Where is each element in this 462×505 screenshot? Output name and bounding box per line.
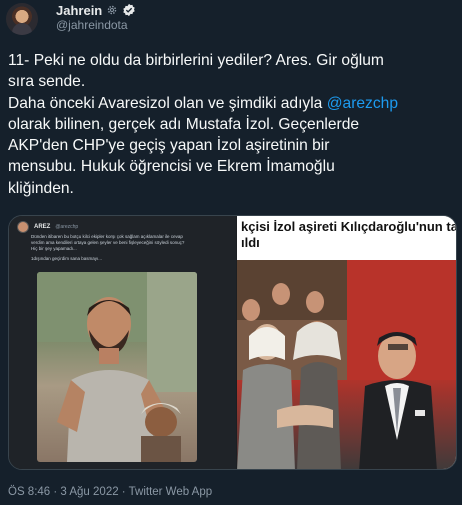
embedded-handle: @arezchp [55, 224, 79, 230]
avatar[interactable] [6, 3, 38, 35]
tweet-line: Daha önceki Avaresizol olan ve şimdiki a… [8, 94, 327, 112]
media-card[interactable]: AREZ @arezchp Dünden itibaren bu botçu k… [8, 215, 457, 470]
embedded-avatar [17, 221, 29, 233]
verified-badge-icon [123, 3, 135, 17]
tweet-metadata[interactable]: ÖS 8:46 · 3 Ağu 2022 · Twitter Web App [8, 486, 212, 498]
media-image-news[interactable]: kçisi İzol aşireti Kılıçdaroğlu'nun ta ı… [237, 216, 457, 469]
embedded-tweet-text-2: 1dışından geçirdim sana basmayı... [31, 256, 103, 261]
media-image-screenshot[interactable]: AREZ @arezchp Dünden itibaren bu botçu k… [9, 216, 236, 469]
author-handle[interactable]: @jahreindota [56, 18, 128, 32]
tweet-header: Jahrein @jahreindota [0, 0, 462, 38]
headline-line: ıldı [241, 235, 260, 250]
tweet-line: kliğinden. [8, 179, 74, 197]
embedded-photo [37, 272, 197, 462]
news-headline: kçisi İzol aşireti Kılıçdaroğlu'nun ta ı… [237, 216, 457, 260]
tweet-line: olarak bilinen, gerçek adı Mustafa İzol.… [8, 115, 360, 133]
tweet-line: 11- Peki ne oldu da birbirlerini yediler… [8, 52, 384, 69]
tweet-text: 11- Peki ne oldu da birbirlerini yediler… [8, 50, 460, 199]
tweet-line: AKP'den CHP'ye geçiş yapan İzol aşiretin… [8, 137, 330, 155]
portrait-illustration [37, 272, 197, 462]
gear-icon [108, 5, 117, 15]
author-name-row[interactable]: Jahrein [56, 2, 136, 18]
news-photo [237, 260, 456, 469]
mention-link[interactable]: @arezchp [327, 95, 398, 112]
tweet-line-with-mention: Daha önceki Avaresizol olan ve şimdiki a… [8, 93, 460, 114]
tweet-line: sıra sende. [8, 73, 86, 91]
embedded-name: AREZ [34, 224, 51, 230]
embedded-tweet-header: AREZ @arezchp [17, 221, 78, 233]
tweet-line: mensubu. Hukuk öğrencisi ve Ekrem İmamoğ… [8, 158, 335, 176]
headline-line: kçisi İzol aşireti Kılıçdaroğlu'nun ta [241, 219, 457, 234]
embedded-tweet-text: Dünden itibaren bu botçu kilci ekipler k… [31, 234, 185, 251]
crowd-illustration [237, 260, 456, 469]
author-display-name[interactable]: Jahrein [56, 3, 102, 18]
